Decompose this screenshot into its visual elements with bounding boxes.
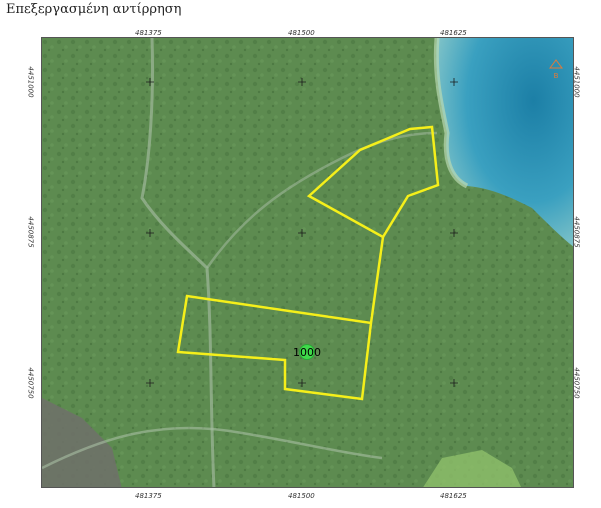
map-title: Επεξεργασμένη αντίρρηση — [6, 2, 182, 17]
y-tick-left-3: 4450750 — [26, 367, 35, 399]
y-tick-left-1: 4451000 — [26, 66, 35, 98]
x-tick-bottom-1: 481375 — [135, 492, 162, 500]
x-tick-top-1: 481375 — [135, 29, 162, 37]
y-tick-left-2: 4450875 — [26, 216, 35, 248]
objection-marker[interactable]: 1000 — [293, 344, 321, 360]
objection-marker-label: 1000 — [293, 346, 321, 359]
satellite-map[interactable]: B 1000 — [42, 38, 574, 488]
x-tick-top-2: 481500 — [288, 29, 315, 37]
x-tick-bottom-3: 481625 — [440, 492, 467, 500]
corner-mark-label: B — [554, 72, 559, 80]
x-tick-bottom-2: 481500 — [288, 492, 315, 500]
map-frame[interactable]: B 1000 — [41, 37, 574, 488]
x-tick-top-3: 481625 — [440, 29, 467, 37]
